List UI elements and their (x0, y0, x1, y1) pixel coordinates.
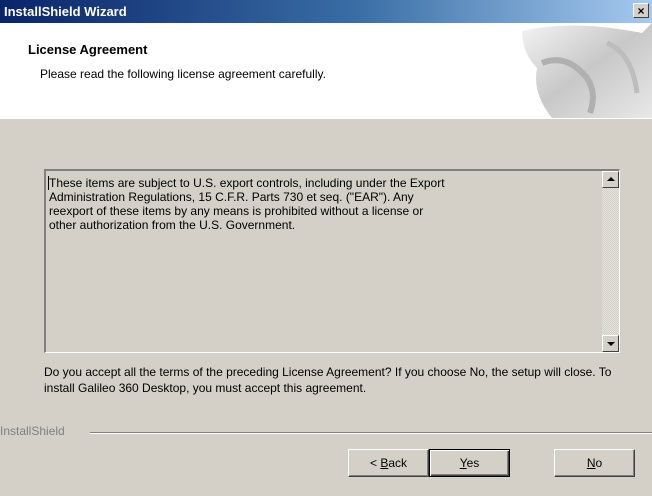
no-button-rest: o (595, 456, 603, 470)
header-divider (0, 118, 652, 119)
accept-question: Do you accept all the terms of the prece… (44, 365, 612, 395)
title-bar: InstallShield Wizard × (0, 0, 652, 23)
back-button-rest: ack (388, 456, 408, 470)
header-graphic-icon (522, 23, 652, 118)
arrow-up-icon (607, 177, 615, 181)
yes-button-rest: es (466, 456, 480, 470)
wizard-header: License Agreement Please read the follow… (0, 23, 652, 119)
arrow-down-icon (607, 342, 615, 346)
yes-button[interactable]: Yes (429, 449, 510, 477)
back-button-prefix: < (369, 456, 381, 470)
brand-divider (90, 432, 652, 434)
installshield-brand-label: InstallShield (0, 424, 65, 438)
license-text: These items are subject to U.S. export c… (49, 176, 445, 232)
license-textbox[interactable]: These items are subject to U.S. export c… (44, 169, 620, 353)
close-icon: × (637, 4, 645, 18)
yes-button-mnemonic: Y (459, 456, 467, 470)
window-title: InstallShield Wizard (4, 4, 127, 19)
page-subtitle: Please read the following license agreem… (40, 67, 326, 81)
back-button[interactable]: < Back (348, 449, 429, 477)
scroll-up-button[interactable] (602, 171, 619, 188)
no-button[interactable]: No (554, 449, 635, 477)
scroll-down-button[interactable] (602, 335, 619, 352)
page-title: License Agreement (28, 42, 148, 57)
close-button[interactable]: × (633, 3, 649, 18)
vertical-scrollbar[interactable] (602, 171, 619, 352)
